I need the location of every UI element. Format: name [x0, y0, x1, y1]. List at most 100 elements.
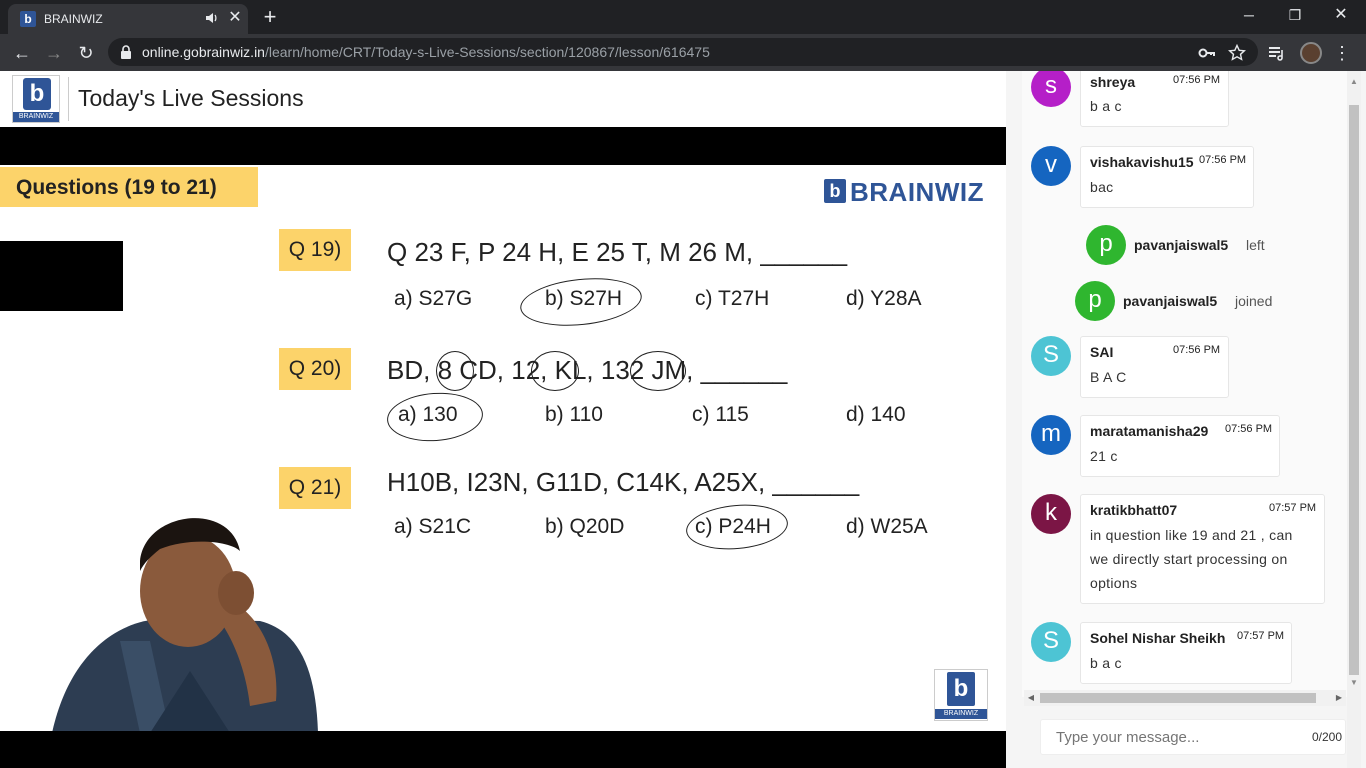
reload-button[interactable]: ↻ — [73, 40, 99, 66]
browser-toolbar: ← → ↻ online.gobrainwiz.in/learn/home/CR… — [0, 34, 1366, 71]
chat-panel: s shreya 07:56 PM b a c v vishakavishu15… — [1006, 71, 1366, 768]
event-user: pavanjaiswal5 — [1123, 293, 1218, 309]
banner-text: Questions (19 to 21) — [16, 176, 217, 199]
message-text: bac — [1090, 179, 1114, 195]
page-title: Today's Live Sessions — [78, 85, 304, 111]
message-bubble: maratamanisha29 07:56 PM 21 c — [1080, 415, 1280, 477]
answer-circle — [684, 500, 790, 554]
scroll-down-icon[interactable]: ▼ — [1347, 676, 1361, 690]
restore-button[interactable]: ❐ — [1272, 0, 1318, 30]
logo-mark-icon: b — [23, 78, 51, 110]
new-tab-button[interactable]: + — [258, 5, 282, 29]
message-bubble: kratikbhatt07 07:57 PM in question like … — [1080, 494, 1325, 604]
url-host: online.gobrainwiz.in — [142, 44, 265, 60]
message-user: shreya — [1090, 74, 1136, 90]
message-text: b a c — [1090, 655, 1122, 671]
message-time: 07:57 PM — [1237, 630, 1285, 642]
tab-title: BRAINWIZ — [44, 12, 103, 26]
media-queue-icon[interactable] — [1266, 42, 1288, 64]
avatar: k — [1031, 494, 1071, 534]
question-text: Q 23 F, P 24 H, E 25 T, M 26 M, ______ — [387, 237, 848, 267]
close-tab-icon[interactable]: ✕ — [226, 9, 244, 27]
message-bubble: Sohel Nishar Sheikh 07:57 PM b a c — [1080, 622, 1292, 684]
question-label: Q 20) — [279, 348, 351, 390]
presenter-video-feed — [52, 518, 318, 731]
message-input[interactable] — [1040, 719, 1346, 755]
answer-circle — [531, 351, 579, 391]
slide-corner-logo: b BRAINWIZ — [934, 669, 988, 721]
video-player[interactable]: Questions (19 to 21) b BRAINWIZ Q 19) Q … — [0, 127, 1006, 768]
brand-word: BRAINWIZ — [850, 177, 984, 207]
menu-icon[interactable]: ⋮ — [1331, 42, 1353, 64]
message-text-line: options — [1090, 575, 1138, 591]
message-bubble: SAI 07:56 PM B A C — [1080, 336, 1229, 398]
scroll-right-icon[interactable]: ▶ — [1332, 690, 1346, 706]
option: a) S21C — [394, 515, 472, 538]
message-time: 07:57 PM — [1269, 502, 1317, 514]
avatar: m — [1031, 415, 1071, 455]
message-user: vishakavishu15 — [1090, 154, 1194, 170]
answer-circle — [385, 389, 485, 445]
message-text: b a c — [1090, 98, 1122, 114]
url-text: online.gobrainwiz.in/learn/home/CRT/Toda… — [142, 44, 710, 60]
questions-banner: Questions (19 to 21) — [0, 167, 258, 207]
chat-vertical-scrollbar[interactable]: ▲ ▼ — [1347, 71, 1361, 768]
message-time: 07:56 PM — [1173, 74, 1221, 86]
message-text-line: in question like 19 and 21 , can — [1090, 527, 1293, 543]
option: d) W25A — [846, 515, 928, 538]
chat-horizontal-scrollbar[interactable]: ◀ ▶ — [1024, 690, 1346, 706]
url-path: /learn/home/CRT/Today-s-Live-Sessions/se… — [264, 44, 710, 60]
message-user: maratamanisha29 — [1090, 423, 1209, 439]
message-user: SAI — [1090, 344, 1114, 360]
scroll-up-icon[interactable]: ▲ — [1347, 75, 1361, 89]
message-text: 21 c — [1090, 448, 1118, 464]
browser-tab[interactable]: b BRAINWIZ ✕ — [8, 4, 248, 34]
event-user: pavanjaiswal5 — [1134, 237, 1229, 253]
answer-circle — [436, 351, 474, 391]
black-overlay — [0, 241, 123, 311]
corner-logo-label: BRAINWIZ — [935, 709, 987, 719]
avatar: v — [1031, 146, 1071, 186]
chat-message-list[interactable]: s shreya 07:56 PM b a c v vishakavishu15… — [1022, 71, 1352, 697]
scroll-thumb[interactable] — [1349, 105, 1359, 675]
option: d) Y28A — [846, 287, 922, 310]
speaker-icon[interactable] — [204, 10, 220, 26]
option: a) S27G — [394, 287, 473, 310]
logo-label: BRAINWIZ — [13, 112, 59, 122]
profile-avatar[interactable] — [1300, 42, 1322, 64]
lecture-slide: Questions (19 to 21) b BRAINWIZ Q 19) Q … — [0, 165, 1006, 731]
option: c) T27H — [695, 287, 770, 310]
avatar: S — [1031, 336, 1071, 376]
answer-circle — [630, 351, 686, 391]
option: c) 115 — [692, 403, 749, 426]
brainwiz-logo[interactable]: b BRAINWIZ — [12, 75, 60, 123]
avatar: p — [1075, 281, 1115, 321]
question-text: H10B, I23N, G11D, C14K, A25X, ______ — [387, 467, 860, 497]
lock-icon — [121, 45, 131, 59]
brand-mark-icon: b — [824, 179, 846, 203]
avatar: p — [1086, 225, 1126, 265]
message-user: kratikbhatt07 — [1090, 502, 1178, 518]
corner-logo-mark-icon: b — [947, 672, 975, 706]
message-bubble: vishakavishu15 07:56 PM bac — [1080, 146, 1254, 208]
page: b BRAINWIZ Today's Live Sessions Questio… — [0, 71, 1366, 768]
star-icon[interactable] — [1228, 44, 1246, 62]
message-bubble: shreya 07:56 PM b a c — [1080, 71, 1229, 127]
scroll-thumb[interactable] — [1040, 693, 1316, 703]
back-button[interactable]: ← — [9, 40, 35, 66]
message-time: 07:56 PM — [1225, 423, 1273, 435]
address-bar[interactable]: online.gobrainwiz.in/learn/home/CRT/Toda… — [108, 38, 1258, 66]
close-window-button[interactable]: ✕ — [1318, 0, 1364, 30]
event-action: left — [1246, 237, 1265, 253]
avatar: S — [1031, 622, 1071, 662]
forward-button[interactable]: → — [41, 40, 67, 66]
avatar: s — [1031, 71, 1071, 107]
scroll-left-icon[interactable]: ◀ — [1024, 690, 1038, 706]
message-user: Sohel Nishar Sheikh — [1090, 630, 1226, 646]
site-header: b BRAINWIZ Today's Live Sessions — [0, 71, 1006, 127]
minimize-button[interactable]: ─ — [1226, 0, 1272, 30]
key-icon[interactable] — [1198, 44, 1216, 62]
brainwiz-favicon-icon: b — [20, 11, 36, 27]
option: b) Q20D — [545, 515, 625, 538]
event-action: joined — [1235, 293, 1273, 309]
